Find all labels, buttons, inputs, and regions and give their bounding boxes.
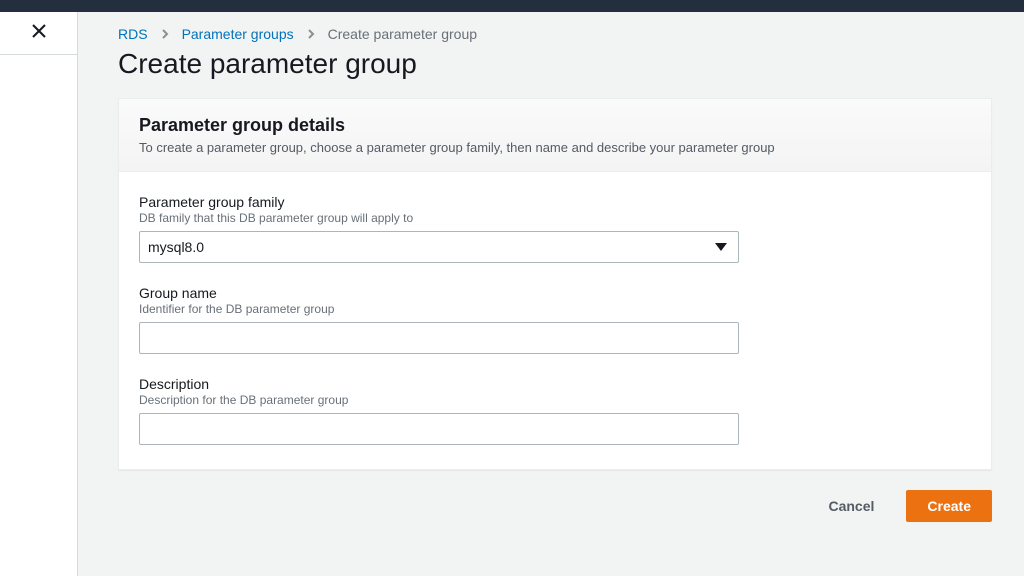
breadcrumb: RDS Parameter groups Create parameter gr… — [118, 26, 992, 42]
breadcrumb-link-rds[interactable]: RDS — [118, 26, 148, 42]
description-input[interactable] — [139, 413, 739, 445]
details-card: Parameter group details To create a para… — [118, 98, 992, 470]
breadcrumb-current: Create parameter group — [328, 26, 477, 42]
card-body: Parameter group family DB family that th… — [119, 172, 991, 469]
family-select[interactable]: mysql8.0 — [139, 231, 739, 263]
field-name: Group name Identifier for the DB paramet… — [139, 285, 739, 354]
field-family: Parameter group family DB family that th… — [139, 194, 739, 263]
cancel-button[interactable]: Cancel — [808, 490, 894, 522]
family-hint: DB family that this DB parameter group w… — [139, 211, 739, 225]
name-label: Group name — [139, 285, 739, 301]
breadcrumb-link-parameter-groups[interactable]: Parameter groups — [182, 26, 294, 42]
description-label: Description — [139, 376, 739, 392]
main-content: RDS Parameter groups Create parameter gr… — [78, 12, 1024, 576]
description-hint: Description for the DB parameter group — [139, 393, 739, 407]
sidebar — [0, 12, 78, 576]
card-title: Parameter group details — [139, 115, 971, 136]
name-hint: Identifier for the DB parameter group — [139, 302, 739, 316]
family-label: Parameter group family — [139, 194, 739, 210]
card-subtitle: To create a parameter group, choose a pa… — [139, 140, 971, 155]
actions-bar: Cancel Create — [118, 490, 992, 538]
chevron-right-icon — [160, 29, 170, 39]
name-input[interactable] — [139, 322, 739, 354]
close-icon[interactable] — [31, 23, 47, 44]
field-description: Description Description for the DB param… — [139, 376, 739, 445]
create-button[interactable]: Create — [906, 490, 992, 522]
top-nav-bar — [0, 0, 1024, 12]
chevron-right-icon — [306, 29, 316, 39]
card-header: Parameter group details To create a para… — [119, 99, 991, 172]
page-title: Create parameter group — [118, 48, 992, 80]
